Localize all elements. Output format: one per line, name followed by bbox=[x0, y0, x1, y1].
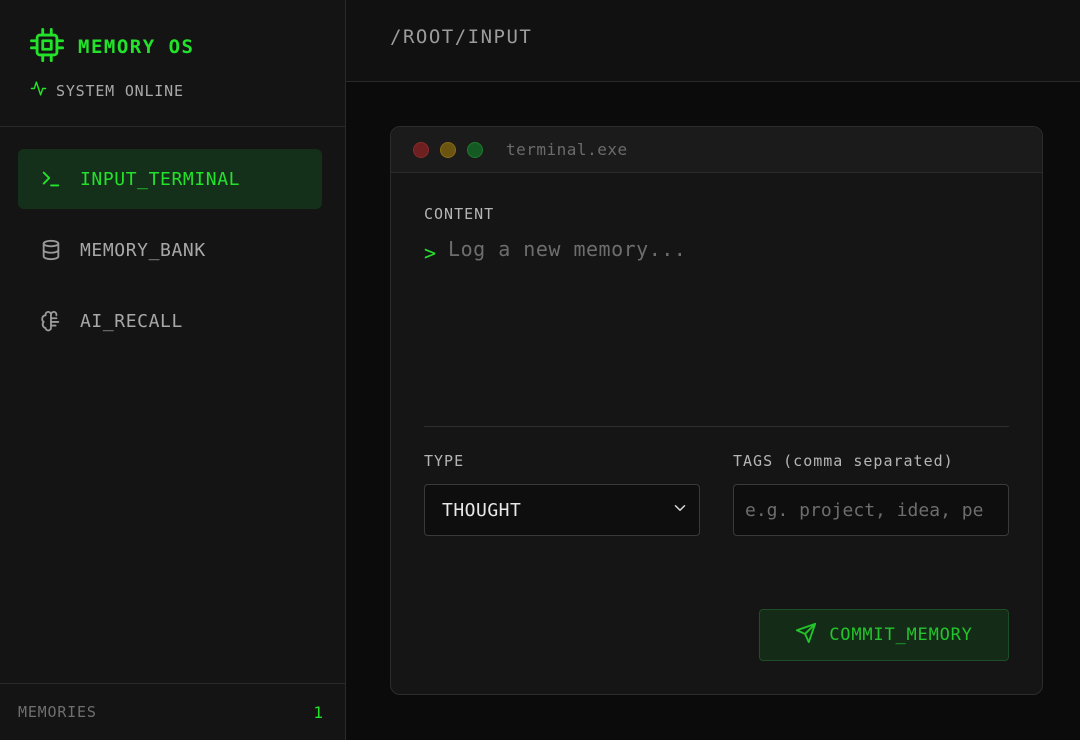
commit-memory-button[interactable]: COMMIT_MEMORY bbox=[759, 609, 1009, 661]
type-field: TYPE THOUGHT bbox=[424, 452, 700, 536]
brain-icon bbox=[40, 310, 62, 332]
tags-field: TAGS (comma separated) bbox=[733, 452, 1009, 536]
nav-label: INPUT_TERMINAL bbox=[80, 168, 241, 190]
top-bar: /ROOT/INPUT bbox=[346, 0, 1080, 82]
minimize-dot[interactable] bbox=[440, 141, 456, 158]
commit-label: COMMIT_MEMORY bbox=[829, 625, 973, 645]
content-label: CONTENT bbox=[424, 205, 495, 223]
meta-fields-row: TYPE THOUGHT TAGS (comma separated) e.g.… bbox=[424, 452, 1009, 536]
system-status: SYSTEM ONLINE bbox=[30, 80, 345, 101]
tags-input[interactable] bbox=[733, 484, 1009, 536]
sidebar: MEMORY OS SYSTEM ONLINE INPUT_TERMINAL M… bbox=[0, 0, 346, 740]
memory-content-input[interactable] bbox=[448, 237, 1009, 407]
prompt-symbol: > bbox=[424, 241, 437, 265]
type-label: TYPE bbox=[424, 452, 465, 470]
brand-header: MEMORY OS SYSTEM ONLINE bbox=[0, 0, 345, 127]
activity-icon bbox=[30, 80, 47, 101]
maximize-dot[interactable] bbox=[467, 141, 483, 158]
nav-label: AI_RECALL bbox=[80, 310, 183, 332]
memories-count: 1 bbox=[313, 702, 323, 722]
chevron-down-icon bbox=[671, 499, 689, 522]
content-field: > bbox=[424, 237, 1009, 415]
nav-item-ai-recall[interactable]: AI_RECALL bbox=[18, 291, 322, 351]
send-icon bbox=[795, 622, 817, 649]
close-dot[interactable] bbox=[413, 141, 429, 158]
breadcrumb: /ROOT/INPUT bbox=[390, 26, 533, 48]
terminal-window: terminal.exe CONTENT > TYPE THOUGHT bbox=[390, 126, 1043, 695]
memories-label: MEMORIES bbox=[18, 703, 97, 721]
type-select[interactable]: THOUGHT bbox=[424, 484, 700, 536]
divider bbox=[424, 426, 1009, 427]
terminal-icon bbox=[40, 168, 62, 190]
brand-title: MEMORY OS bbox=[78, 36, 195, 58]
sidebar-footer: MEMORIES 1 bbox=[0, 683, 345, 740]
content-area: terminal.exe CONTENT > TYPE THOUGHT bbox=[346, 82, 1080, 695]
type-selected-value: THOUGHT bbox=[442, 499, 522, 521]
cpu-chip-icon bbox=[30, 28, 64, 66]
terminal-title: terminal.exe bbox=[506, 140, 628, 159]
brand-row: MEMORY OS bbox=[30, 28, 345, 66]
nav-item-memory-bank[interactable]: MEMORY_BANK bbox=[18, 220, 322, 280]
database-icon bbox=[40, 239, 62, 261]
nav-label: MEMORY_BANK bbox=[80, 239, 206, 261]
nav-item-input-terminal[interactable]: INPUT_TERMINAL bbox=[18, 149, 322, 209]
tags-label: TAGS (comma separated) bbox=[733, 452, 954, 470]
terminal-titlebar: terminal.exe bbox=[391, 127, 1042, 173]
sidebar-nav: INPUT_TERMINAL MEMORY_BANK AI_RECALL bbox=[0, 127, 345, 362]
status-text: SYSTEM ONLINE bbox=[56, 81, 184, 100]
terminal-body: CONTENT > TYPE THOUGHT bbox=[391, 173, 1042, 536]
main-panel: /ROOT/INPUT terminal.exe CONTENT > Log a… bbox=[346, 0, 1080, 740]
app-root: MEMORY OS SYSTEM ONLINE INPUT_TERMINAL M… bbox=[0, 0, 1080, 740]
